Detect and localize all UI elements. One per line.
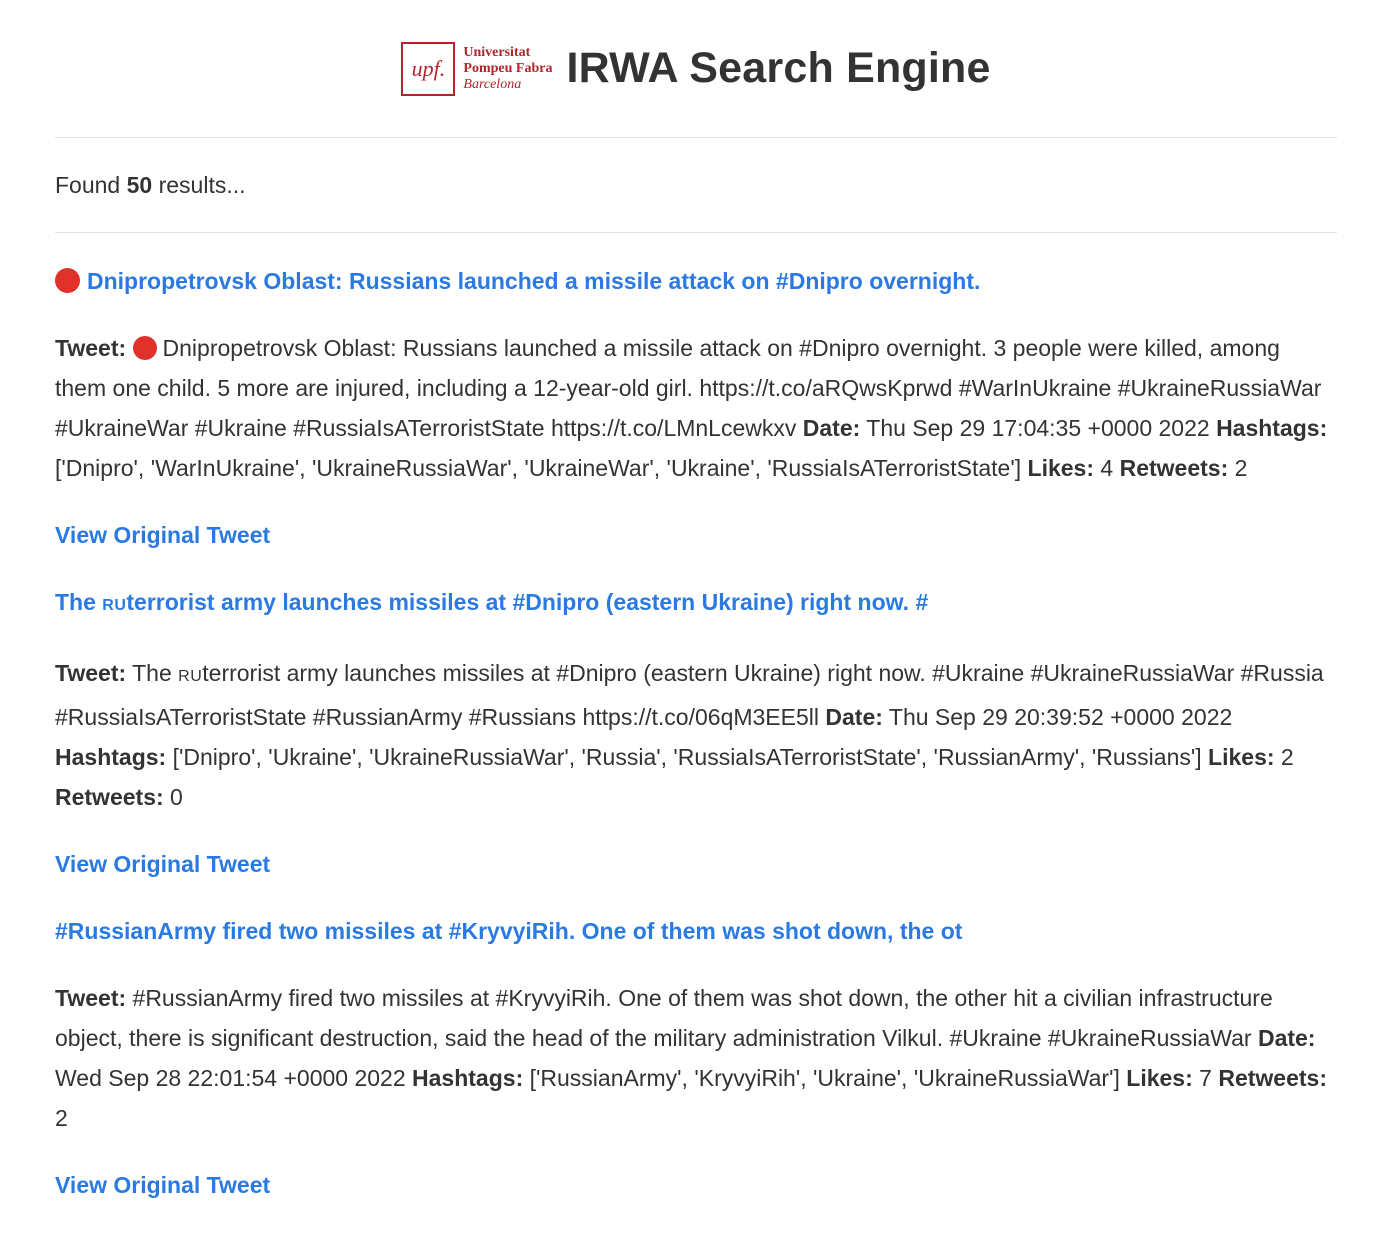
tweet-details: Tweet: #RussianArmy fired two missiles a… — [55, 978, 1337, 1138]
summary-suffix: results... — [158, 171, 246, 198]
tweet-likes: 2 — [1280, 744, 1294, 770]
site-header: upf. Universitat Pompeu Fabra Barcelona … — [55, 0, 1337, 138]
tweet-likes: 4 — [1100, 455, 1114, 481]
results-list: Dnipropetrovsk Oblast: Russians launched… — [55, 233, 1337, 1205]
tweet-details: Tweet: The RUterrorist army launches mis… — [55, 653, 1337, 817]
upf-logo: upf. Universitat Pompeu Fabra Barcelona — [401, 41, 552, 96]
upf-logo-mark: upf. — [401, 41, 456, 96]
tweet-retweets: 2 — [1234, 455, 1248, 481]
hashtags-label: Hashtags: — [412, 1065, 524, 1091]
tweet-date: Thu Sep 29 17:04:35 +0000 2022 — [866, 415, 1210, 441]
date-label: Date: — [802, 415, 861, 441]
tweet-date: Thu Sep 29 20:39:52 +0000 2022 — [888, 704, 1233, 730]
summary-prefix: Found — [55, 171, 121, 198]
tweet-hashtags: ['Dnipro', 'Ukraine', 'UkraineRussiaWar'… — [172, 744, 1202, 770]
logo-line-1: Universitat — [463, 44, 531, 60]
ru-flag-icon: RU — [178, 668, 203, 685]
ru-flag-icon: RU — [102, 597, 127, 614]
retweets-label: Retweets: — [55, 784, 164, 810]
result-title-link[interactable]: #RussianArmy fired two missiles at #Kryv… — [55, 911, 1337, 951]
result-title-link[interactable]: The RUterrorist army launches missiles a… — [55, 582, 1337, 626]
view-original-tweet-link[interactable]: View Original Tweet — [55, 515, 1337, 555]
results-summary: Found 50 results... — [55, 138, 1337, 233]
red-circle-icon — [55, 268, 80, 293]
tweet-likes: 7 — [1199, 1065, 1212, 1091]
red-circle-icon — [132, 336, 157, 360]
hashtags-label: Hashtags: — [1216, 415, 1328, 441]
result-title-link[interactable]: Dnipropetrovsk Oblast: Russians launched… — [55, 261, 1337, 301]
tweet-date: Wed Sep 28 22:01:54 +0000 2022 — [55, 1065, 406, 1091]
retweets-label: Retweets: — [1119, 455, 1229, 481]
likes-label: Likes: — [1208, 744, 1275, 770]
date-label: Date: — [825, 704, 883, 730]
view-original-tweet-link[interactable]: View Original Tweet — [55, 1165, 1337, 1205]
result-title-text: #RussianArmy fired two missiles at #Kryv… — [55, 918, 963, 944]
tweet-retweets: 2 — [55, 1105, 68, 1131]
tweet-text: #RussianArmy fired two missiles at #Kryv… — [55, 985, 1273, 1051]
logo-line-3: Barcelona — [463, 76, 522, 92]
tweet-hashtags: ['Dnipro', 'WarInUkraine', 'UkraineRussi… — [55, 455, 1022, 481]
result-title-text: The — [55, 589, 103, 615]
tweet-details: Tweet: Dnipropetrovsk Oblast: Russians l… — [55, 328, 1337, 488]
tweet-retweets: 0 — [170, 784, 183, 810]
likes-label: Likes: — [1027, 455, 1095, 481]
page-container: upf. Universitat Pompeu Fabra Barcelona … — [55, 0, 1337, 1232]
results-count: 50 — [126, 171, 153, 198]
logo-line-2: Pompeu Fabra — [463, 60, 553, 76]
tweet-label: Tweet: — [55, 985, 127, 1011]
result-item: The RUterrorist army launches missiles a… — [55, 582, 1337, 884]
tweet-text: The — [132, 660, 179, 686]
tweet-hashtags: ['RussianArmy', 'KryvyiRih', 'Ukraine', … — [529, 1065, 1120, 1091]
result-item: #RussianArmy fired two missiles at #Kryv… — [55, 911, 1337, 1205]
tweet-label: Tweet: — [55, 660, 127, 686]
retweets-label: Retweets: — [1218, 1065, 1327, 1091]
result-title-text-rest: terrorist army launches missiles at #Dni… — [126, 589, 929, 615]
date-label: Date: — [1257, 1025, 1316, 1051]
page-title: IRWA Search Engine — [566, 44, 991, 92]
tweet-label: Tweet: — [55, 335, 127, 361]
hashtags-label: Hashtags: — [55, 744, 167, 770]
result-title-text: Dnipropetrovsk Oblast: Russians launched… — [87, 268, 981, 294]
view-original-tweet-link[interactable]: View Original Tweet — [55, 844, 1337, 884]
upf-logo-text: Universitat Pompeu Fabra Barcelona — [463, 45, 552, 93]
likes-label: Likes: — [1126, 1065, 1193, 1091]
result-item: Dnipropetrovsk Oblast: Russians launched… — [55, 261, 1337, 555]
